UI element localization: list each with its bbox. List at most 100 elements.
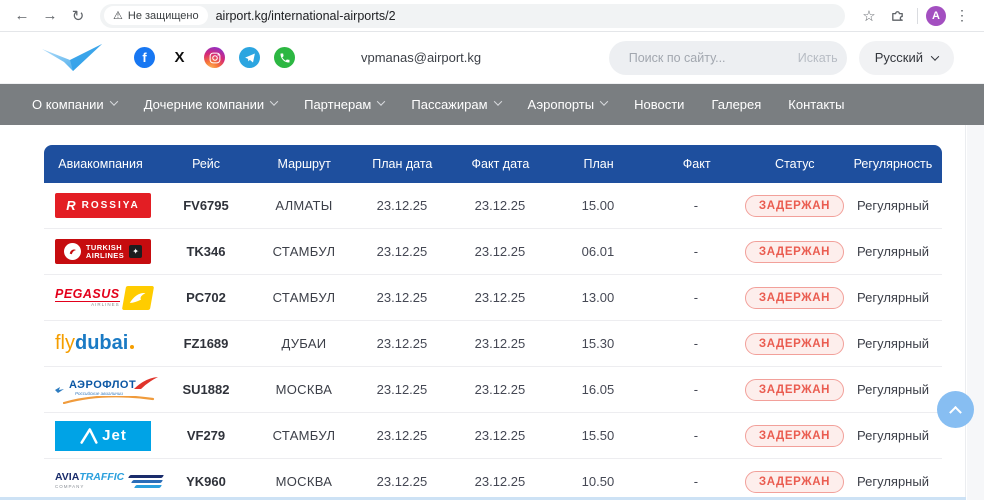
- status-badge: ЗАДЕРЖАН: [745, 333, 844, 355]
- page-content: АвиакомпанияРейсМаршрутПлан датаФакт дат…: [0, 125, 984, 500]
- security-label: Не защищено: [128, 10, 199, 22]
- column-header: Рейс: [157, 157, 255, 171]
- status-cell: ЗАДЕРЖАН: [745, 425, 844, 447]
- bookmark-icon[interactable]: ☆: [857, 4, 881, 28]
- nav-item-label: Галерея: [711, 97, 761, 112]
- airline-cell: AVIATRAFFICCOMPANY: [44, 471, 157, 492]
- route: СТАМБУЛ: [255, 290, 353, 305]
- nav-item-4[interactable]: Пассажирам: [411, 97, 500, 112]
- plan-date: 23.12.25: [353, 244, 451, 259]
- browser-menu-icon[interactable]: ⋮: [950, 4, 974, 28]
- extensions-icon[interactable]: [885, 4, 909, 28]
- social-links: fX: [134, 47, 295, 68]
- column-header: План дата: [353, 157, 451, 171]
- plan-date: 23.12.25: [353, 198, 451, 213]
- fact-time: -: [647, 428, 745, 443]
- contact-email[interactable]: vpmanas@airport.kg: [361, 50, 481, 65]
- column-header: Факт дата: [451, 157, 549, 171]
- status-cell: ЗАДЕРЖАН: [745, 287, 844, 309]
- regularity: Регулярный: [844, 336, 942, 351]
- toolbar-divider: [917, 8, 918, 24]
- search-button[interactable]: Искать: [798, 51, 838, 65]
- nav-item-label: Партнерам: [304, 97, 371, 112]
- table-row: AVIATRAFFICCOMPANYYK960МОСКВА23.12.2523.…: [44, 459, 942, 500]
- fact-date: 23.12.25: [451, 474, 549, 489]
- language-label: Русский: [875, 50, 923, 65]
- flight-number: PC702: [157, 290, 255, 305]
- regularity: Регулярный: [844, 290, 942, 305]
- route: СТАМБУЛ: [255, 428, 353, 443]
- status-cell: ЗАДЕРЖАН: [745, 195, 844, 217]
- telegram-icon[interactable]: [239, 47, 260, 68]
- language-selector[interactable]: Русский: [859, 41, 954, 75]
- x-twitter-icon[interactable]: X: [169, 47, 190, 68]
- page-edge-line: [965, 125, 966, 500]
- nav-item-6[interactable]: Новости: [634, 97, 684, 112]
- plan-time: 16.05: [549, 382, 647, 397]
- rossiya-logo: RROSSIYA: [55, 193, 151, 218]
- column-header: Статус: [746, 157, 844, 171]
- fact-date: 23.12.25: [451, 428, 549, 443]
- reload-icon[interactable]: ↻: [66, 4, 90, 28]
- plan-time: 15.50: [549, 428, 647, 443]
- ajet-logo: Jet: [55, 421, 151, 451]
- table-row: flydubaiFZ1689ДУБАИ23.12.2523.12.2515.30…: [44, 321, 942, 367]
- flights-table: АвиакомпанияРейсМаршрутПлан датаФакт дат…: [44, 145, 942, 500]
- profile-avatar[interactable]: A: [926, 6, 946, 26]
- scroll-to-top-button[interactable]: [937, 391, 974, 428]
- avia-traffic-logo: AVIATRAFFICCOMPANY: [55, 471, 163, 492]
- flight-number: TK346: [157, 244, 255, 259]
- airport-logo[interactable]: [40, 41, 104, 75]
- main-navigation: О компании Дочерние компании Партнерам Пасс…: [0, 84, 984, 125]
- nav-item-label: Контакты: [788, 97, 844, 112]
- fact-date: 23.12.25: [451, 382, 549, 397]
- regularity: Регулярный: [844, 474, 942, 489]
- site-search: Искать: [609, 41, 847, 75]
- status-badge: ЗАДЕРЖАН: [745, 425, 844, 447]
- column-header: Авиакомпания: [44, 157, 157, 171]
- status-badge: ЗАДЕРЖАН: [745, 241, 844, 263]
- flight-number: YK960: [157, 474, 255, 489]
- status-cell: ЗАДЕРЖАН: [745, 333, 844, 355]
- nav-item-7[interactable]: Галерея: [711, 97, 761, 112]
- back-icon[interactable]: ←: [10, 4, 34, 28]
- chevron-down-icon: [377, 97, 385, 105]
- nav-item-8[interactable]: Контакты: [788, 97, 844, 112]
- nav-item-label: Дочерние компании: [144, 97, 264, 112]
- nav-item-1[interactable]: О компании: [32, 97, 117, 112]
- airline-cell: TURKISHAIRLINES✦: [44, 239, 157, 264]
- chevron-down-icon: [600, 97, 608, 105]
- plan-time: 15.30: [549, 336, 647, 351]
- nav-item-5[interactable]: Аэропорты: [528, 97, 608, 112]
- fact-date: 23.12.25: [451, 198, 549, 213]
- fact-time: -: [647, 474, 745, 489]
- route: МОСКВА: [255, 474, 353, 489]
- plan-date: 23.12.25: [353, 428, 451, 443]
- nav-item-2[interactable]: Дочерние компании: [144, 97, 277, 112]
- flight-number: FZ1689: [157, 336, 255, 351]
- address-bar[interactable]: ⚠ Не защищено airport.kg/international-a…: [100, 4, 845, 28]
- instagram-icon[interactable]: [204, 47, 225, 68]
- facebook-icon[interactable]: f: [134, 47, 155, 68]
- airline-cell: Jet: [44, 421, 157, 451]
- fact-time: -: [647, 336, 745, 351]
- forward-icon[interactable]: →: [38, 4, 62, 28]
- nav-item-3[interactable]: Партнерам: [304, 97, 384, 112]
- search-input[interactable]: [629, 51, 790, 65]
- whatsapp-icon[interactable]: [274, 47, 295, 68]
- security-chip[interactable]: ⚠ Не защищено: [104, 6, 208, 25]
- column-header: План: [550, 157, 648, 171]
- flydubai-logo: flydubai: [55, 332, 134, 355]
- plan-time: 15.00: [549, 198, 647, 213]
- table-body: RROSSIYAFV6795АЛМАТЫ23.12.2523.12.2515.0…: [44, 183, 942, 500]
- table-row: RROSSIYAFV6795АЛМАТЫ23.12.2523.12.2515.0…: [44, 183, 942, 229]
- browser-toolbar: ← → ↻ ⚠ Не защищено airport.kg/internati…: [0, 0, 984, 32]
- status-badge: ЗАДЕРЖАН: [745, 379, 844, 401]
- route: ДУБАИ: [255, 336, 353, 351]
- fact-date: 23.12.25: [451, 290, 549, 305]
- plan-date: 23.12.25: [353, 336, 451, 351]
- airline-cell: PEGASUSAIRLINES: [44, 286, 157, 310]
- plan-date: 23.12.25: [353, 290, 451, 305]
- table-header-row: АвиакомпанияРейсМаршрутПлан датаФакт дат…: [44, 145, 942, 183]
- warning-icon: ⚠: [113, 9, 123, 22]
